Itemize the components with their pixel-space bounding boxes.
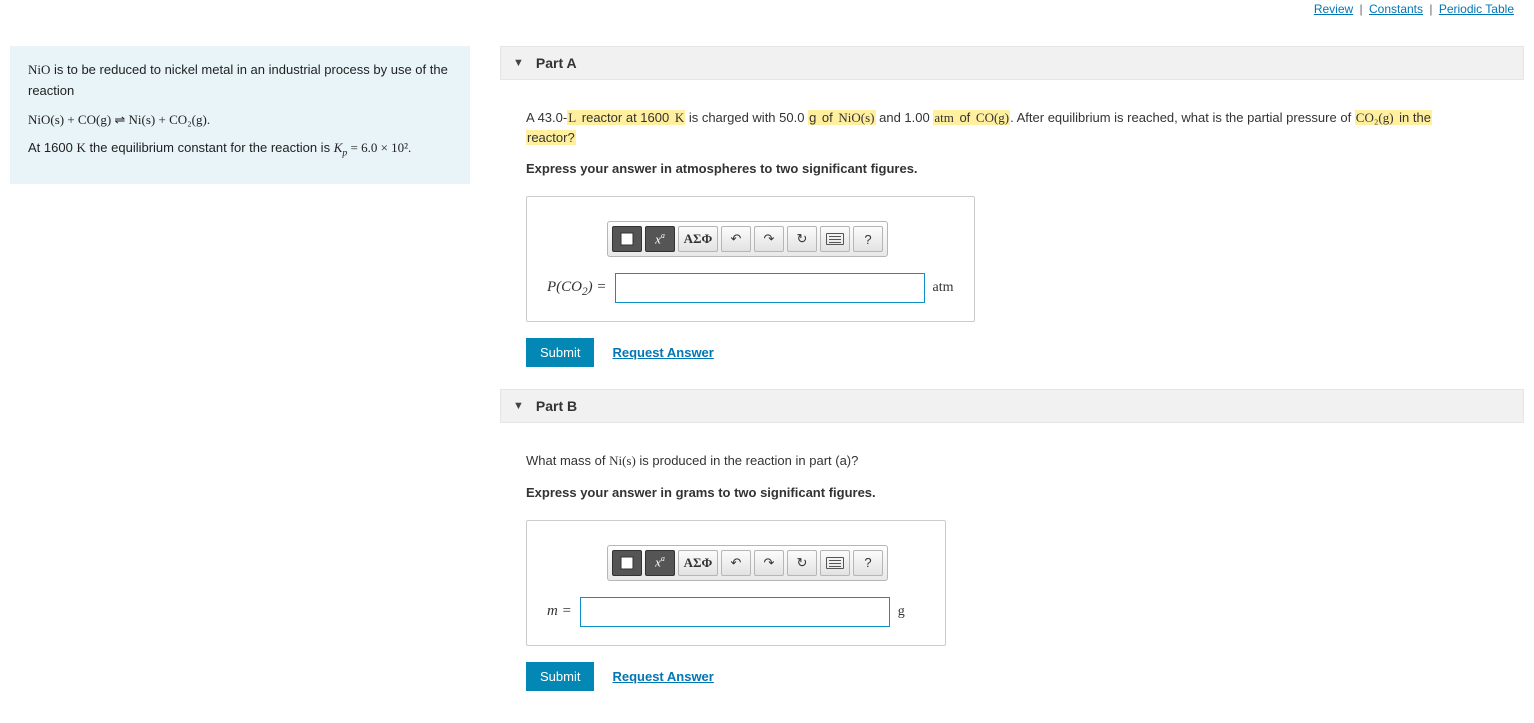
entry-unit: atm xyxy=(933,280,954,296)
greek-icon[interactable]: ΑΣΦ xyxy=(678,226,718,252)
entry-label: P(CO2) = xyxy=(547,279,607,298)
submit-button[interactable]: Submit xyxy=(526,338,594,367)
constants-link[interactable]: Constants xyxy=(1369,2,1423,16)
question-segment: g xyxy=(808,110,817,125)
question-segment: is charged with 50.0 xyxy=(685,110,808,125)
question-segment: K xyxy=(674,110,685,125)
part-header[interactable]: ▼ Part A xyxy=(500,46,1524,80)
undo-icon[interactable]: ↶ xyxy=(721,226,751,252)
part-title: Part A xyxy=(536,55,577,71)
equation-toolbar: xaΑΣΦ↶↷↻? xyxy=(607,221,888,257)
request-answer-link[interactable]: Request Answer xyxy=(612,345,713,360)
question-segment: CO₂(g) xyxy=(1355,110,1395,125)
part-body: A 43.0-L reactor at 1600 K is charged wi… xyxy=(500,80,1524,367)
entry-label: m = xyxy=(547,603,572,620)
review-link[interactable]: Review xyxy=(1314,2,1353,16)
greek-icon[interactable]: ΑΣΦ xyxy=(678,550,718,576)
question-segment: . After equilibrium is reached, what is … xyxy=(1010,110,1355,125)
submit-button[interactable]: Submit xyxy=(526,662,594,691)
caret-down-icon: ▼ xyxy=(513,57,524,69)
keyboard-icon[interactable] xyxy=(820,550,850,576)
redo-icon[interactable]: ↷ xyxy=(754,550,784,576)
question-segment: Ni(s) xyxy=(609,453,636,468)
question-segment: L xyxy=(567,110,577,125)
problem-intro: NiO is to be reduced to nickel metal in … xyxy=(10,46,470,184)
question-segment: What mass of xyxy=(526,453,609,468)
part-header[interactable]: ▼ Part B xyxy=(500,389,1524,423)
entry-unit: g xyxy=(898,604,905,620)
keyboard-icon[interactable] xyxy=(820,226,850,252)
part-b: ▼ Part B What mass of Ni(s) is produced in… xyxy=(500,389,1524,691)
intro-text-2b: the equilibrium constant for the reactio… xyxy=(86,140,334,155)
submit-row: Submit Request Answer xyxy=(526,338,1498,367)
caret-down-icon: ▼ xyxy=(513,400,524,412)
help-icon[interactable]: ? xyxy=(853,550,883,576)
part-a: ▼ Part A A 43.0-L reactor at 1600 K is cha… xyxy=(500,46,1524,367)
submit-row: Submit Request Answer xyxy=(526,662,1498,691)
entry-row: m = g xyxy=(547,597,925,627)
question-segment: of xyxy=(955,110,975,125)
express-instruction: Express your answer in grams to two sign… xyxy=(526,485,1498,500)
reset-icon[interactable]: ↻ xyxy=(787,226,817,252)
kp-value: = 6.0 × 10². xyxy=(347,140,411,155)
question-segment: A 43.0- xyxy=(526,110,567,125)
question-segment: reactor? xyxy=(526,130,576,145)
intro-text-2a: At 1600 xyxy=(28,140,76,155)
answer-box: xaΑΣΦ↶↷↻? m = g xyxy=(526,520,946,646)
part-body: What mass of Ni(s) is produced in the re… xyxy=(500,423,1524,691)
undo-icon[interactable]: ↶ xyxy=(721,550,751,576)
answer-box: xaΑΣΦ↶↷↻? P(CO2) = atm xyxy=(526,196,975,322)
reaction-equation: NiO(s) + CO(g) ⇌ Ni(s) + CO₂(g). xyxy=(28,110,452,131)
help-icon[interactable]: ? xyxy=(853,226,883,252)
separator: | xyxy=(1357,2,1366,16)
periodic-table-link[interactable]: Periodic Table xyxy=(1439,2,1514,16)
equation-toolbar: xaΑΣΦ↶↷↻? xyxy=(607,545,888,581)
express-instruction: Express your answer in atmospheres to tw… xyxy=(526,161,1498,176)
question-segment: CO(g) xyxy=(975,110,1010,125)
question-segment: of xyxy=(817,110,837,125)
kp-symbol: Kp xyxy=(334,140,348,155)
sqrt-icon[interactable]: xa xyxy=(645,550,675,576)
template-icon[interactable] xyxy=(612,550,642,576)
question-text: What mass of Ni(s) is produced in the re… xyxy=(526,451,1498,471)
question-segment: atm xyxy=(933,110,955,125)
separator: | xyxy=(1426,2,1435,16)
question-segment: and 1.00 xyxy=(876,110,934,125)
sqrt-icon[interactable]: xa xyxy=(645,226,675,252)
part-title: Part B xyxy=(536,398,577,414)
answer-input[interactable] xyxy=(580,597,890,627)
compound-nio: NiO xyxy=(28,62,50,77)
request-answer-link[interactable]: Request Answer xyxy=(612,669,713,684)
kelvin-symbol: K xyxy=(76,140,85,155)
question-segment: NiO(s) xyxy=(837,110,875,125)
entry-row: P(CO2) = atm xyxy=(547,273,954,303)
reset-icon[interactable]: ↻ xyxy=(787,550,817,576)
answer-input[interactable] xyxy=(615,273,925,303)
question-segment: in the xyxy=(1395,110,1432,125)
question-segment: reactor at 1600 xyxy=(577,110,674,125)
template-icon[interactable] xyxy=(612,226,642,252)
top-nav-links: Review | Constants | Periodic Table xyxy=(0,0,1534,16)
redo-icon[interactable]: ↷ xyxy=(754,226,784,252)
question-segment: is produced in the reaction in part (a)? xyxy=(636,453,859,468)
intro-text-1: is to be reduced to nickel metal in an i… xyxy=(28,62,448,98)
question-text: A 43.0-L reactor at 1600 K is charged wi… xyxy=(526,108,1498,147)
